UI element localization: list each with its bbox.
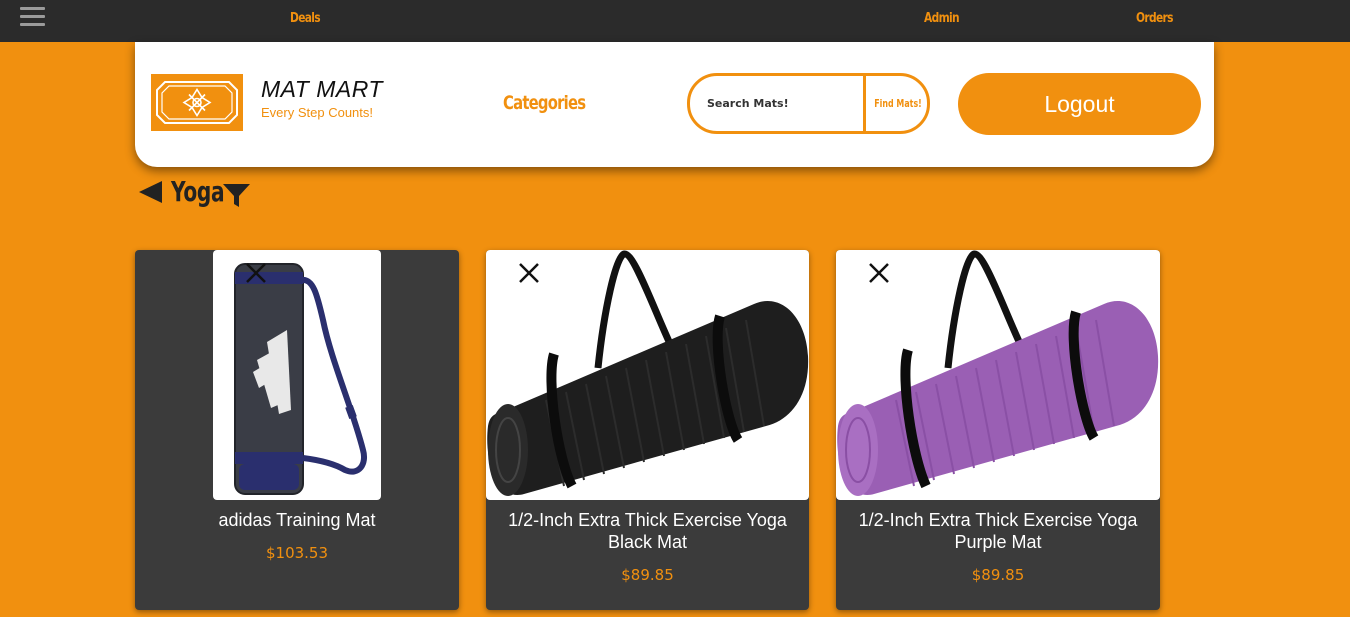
search-input[interactable] (690, 76, 864, 131)
product-card[interactable]: adidas Training Mat $103.53 (135, 250, 459, 610)
product-name: 1/2-Inch Extra Thick Exercise Yoga Black… (508, 510, 787, 552)
hamburger-icon[interactable] (20, 7, 45, 27)
remove-product-x-icon[interactable] (865, 259, 893, 287)
product-image-black-mat[interactable] (486, 250, 809, 500)
filter-icon[interactable] (223, 183, 250, 208)
product-price: $89.85 (971, 566, 1025, 584)
product-image-adidas-mat[interactable] (213, 250, 381, 500)
brand-tagline: Every Step Counts! (261, 105, 373, 120)
product-name: adidas Training Mat (218, 510, 376, 530)
back-arrow-icon[interactable] (139, 181, 163, 203)
find-mats-button[interactable]: Find Mats! (866, 76, 927, 131)
product-image-purple-mat[interactable] (836, 250, 1160, 500)
remove-product-x-icon[interactable] (515, 259, 543, 287)
category-title: Yoga (171, 175, 225, 208)
product-card[interactable]: 1/2-Inch Extra Thick Exercise Yoga Purpl… (836, 250, 1160, 610)
header-card: MAT MART Every Step Counts! Categories F… (135, 42, 1214, 167)
nav-link-admin[interactable]: Admin (924, 11, 960, 26)
top-nav-bar: Deals Admin Orders (0, 0, 1350, 42)
search-bar: Find Mats! (687, 73, 930, 134)
ornament-logo-icon[interactable] (151, 74, 243, 131)
remove-product-x-icon[interactable] (242, 259, 270, 287)
nav-link-orders[interactable]: Orders (1136, 11, 1174, 26)
nav-link-deals[interactable]: Deals (290, 11, 321, 26)
product-card[interactable]: 1/2-Inch Extra Thick Exercise Yoga Black… (486, 250, 809, 610)
product-name: 1/2-Inch Extra Thick Exercise Yoga Purpl… (858, 510, 1138, 552)
product-price: $89.85 (621, 566, 674, 584)
product-price: $103.53 (265, 544, 329, 562)
find-mats-label: Find Mats! (874, 97, 922, 110)
categories-link[interactable]: Categories (503, 92, 586, 114)
brand-title: MAT MART (261, 76, 383, 102)
logout-button[interactable]: Logout (958, 73, 1201, 135)
